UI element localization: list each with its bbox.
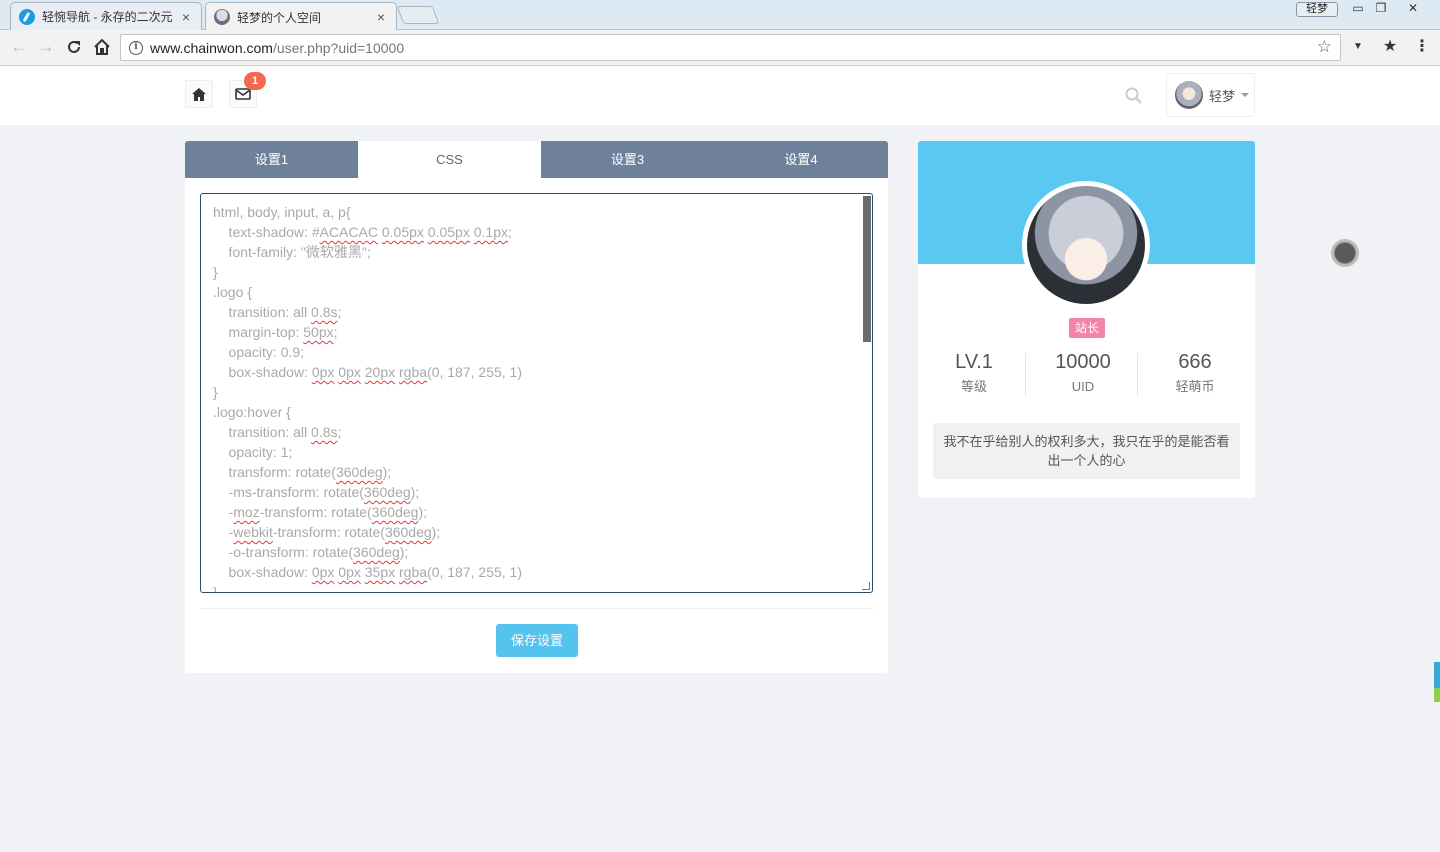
save-settings-button[interactable]: 保存设置 <box>496 624 578 657</box>
profile-bio: 我不在乎给别人的权利多大，我只在乎的是能否看出一个人的心 <box>933 423 1240 479</box>
tab-settings-3[interactable]: 设置3 <box>541 141 714 178</box>
browser-tab-title: 轻惋导航 - 永存的二次元 <box>42 10 173 24</box>
stat-value: LV.1 <box>955 351 993 373</box>
browser-tab-2[interactable]: 轻梦的个人空间 × <box>205 2 397 31</box>
mail-count-badge: 1 <box>244 72 266 90</box>
close-tab-icon[interactable]: × <box>179 9 193 25</box>
url-path: /user.php?uid=10000 <box>272 39 405 56</box>
browser-tab-strip: 轻惋导航 - 永存的二次元 × 轻梦的个人空间 × 轻梦 ▭ ❐ ✕ <box>0 0 1440 31</box>
tab-settings-4[interactable]: 设置4 <box>714 141 888 178</box>
floating-button[interactable] <box>1331 239 1359 267</box>
stat-level: LV.1 等级 <box>918 349 1030 399</box>
stat-value: 666 <box>1178 351 1212 373</box>
site-info-icon[interactable]: i <box>129 40 143 55</box>
restore-icon[interactable]: ❐ <box>1368 1 1394 17</box>
stat-label: 等级 <box>960 379 987 394</box>
search-button[interactable] <box>1124 86 1144 106</box>
bookmark-filled-icon[interactable]: ★ <box>1380 36 1400 58</box>
settings-panel: 设置1 CSS 设置3 设置4 html, body, input, a, p{… <box>185 141 888 673</box>
profile-avatar[interactable] <box>1022 181 1150 309</box>
css-editor-textarea[interactable]: html, body, input, a, p{ text-shadow: #A… <box>200 193 873 593</box>
stat-value: 10000 <box>1055 351 1111 373</box>
chevron-down-icon <box>1241 93 1250 97</box>
user-name: 轻梦 <box>1209 88 1236 104</box>
dropdown-arrow-icon[interactable]: ▼ <box>1348 36 1368 58</box>
side-tab[interactable] <box>1434 688 1440 702</box>
css-code: html, body, input, a, p{ text-shadow: #A… <box>213 204 522 593</box>
search-icon <box>1125 87 1142 104</box>
back-icon[interactable]: ← <box>8 36 30 58</box>
stat-divider <box>1137 353 1138 397</box>
editor-scrollbar[interactable] <box>863 196 871 342</box>
user-menu[interactable]: 轻梦 <box>1166 73 1255 117</box>
browser-tab-title: 轻梦的个人空间 <box>237 10 322 25</box>
new-tab-button[interactable] <box>396 6 440 24</box>
home-icon <box>192 87 206 101</box>
avatar-image <box>1027 186 1145 304</box>
close-window-icon[interactable]: ✕ <box>1400 1 1426 17</box>
address-bar[interactable]: i www.chainwon.com/user.php?uid=10000 ☆ <box>120 34 1341 61</box>
close-tab-icon[interactable]: × <box>374 9 388 25</box>
browser-toolbar: ← → i www.chainwon.com/user.php?uid=1000… <box>0 30 1440 66</box>
browser-profile-button[interactable]: 轻梦 <box>1296 2 1338 17</box>
home-icon[interactable] <box>91 36 113 58</box>
side-tab[interactable] <box>1434 662 1440 688</box>
url-host: www.chainwon.com <box>150 39 273 56</box>
stat-label: 轻萌币 <box>1175 379 1215 394</box>
stat-label: UID <box>1071 379 1095 394</box>
stat-divider <box>1025 353 1026 397</box>
stat-coins: 666 轻萌币 <box>1139 349 1251 399</box>
site-favicon-icon <box>19 8 35 25</box>
menu-icon[interactable]: ⋮ <box>1412 36 1432 58</box>
reload-icon[interactable] <box>63 36 85 58</box>
avatar <box>1175 81 1203 109</box>
stat-uid: 10000 UID <box>1027 349 1139 399</box>
tab-css[interactable]: CSS <box>358 141 541 178</box>
role-badge: 站长 <box>1069 318 1105 338</box>
avatar-favicon-icon <box>214 9 230 25</box>
divider <box>200 608 873 609</box>
envelope-icon <box>235 88 251 100</box>
browser-tab-1[interactable]: 轻惋导航 - 永存的二次元 × <box>10 2 202 30</box>
settings-tabs: 设置1 CSS 设置3 设置4 <box>185 141 888 178</box>
profile-card: 站长 LV.1 等级 10000 UID 666 轻萌币 我不在乎给别人的权利多… <box>918 141 1255 498</box>
home-button[interactable] <box>185 80 213 108</box>
forward-icon[interactable]: → <box>35 36 57 58</box>
resize-handle-icon[interactable] <box>862 582 870 590</box>
bookmark-star-icon[interactable]: ☆ <box>1317 37 1332 57</box>
tab-settings-1[interactable]: 设置1 <box>185 141 358 178</box>
